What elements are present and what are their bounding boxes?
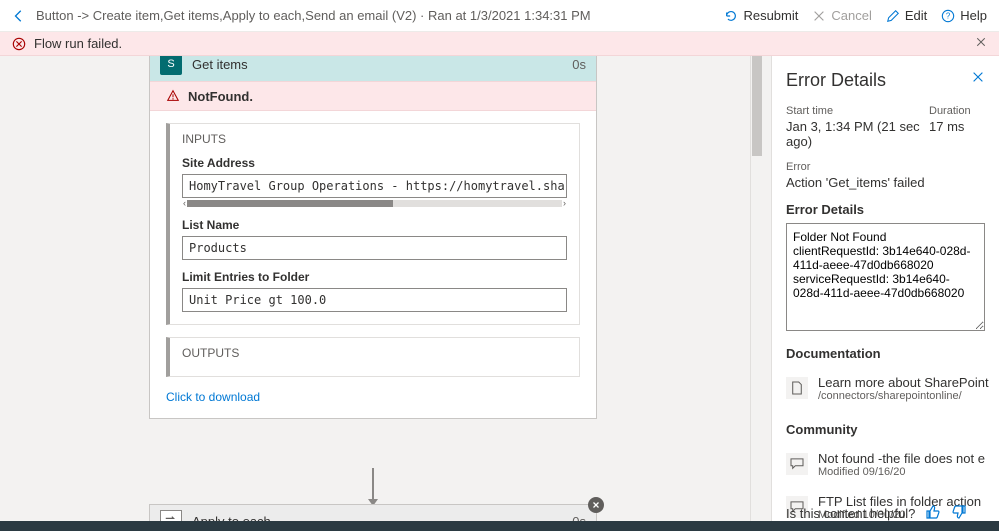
start-time-label: Start time xyxy=(786,105,921,117)
error-value: Action 'Get_items' failed xyxy=(786,175,985,190)
sharepoint-icon: S xyxy=(160,56,182,75)
warning-icon xyxy=(166,89,180,103)
list-name-label: List Name xyxy=(182,218,567,232)
action-error-label: NotFound. xyxy=(188,89,253,104)
close-icon xyxy=(971,70,985,84)
close-icon xyxy=(975,36,987,48)
flow-error-banner: Flow run failed. xyxy=(0,32,999,56)
thumbs-up-icon xyxy=(925,504,941,520)
cancel-button: Cancel xyxy=(812,8,871,23)
svg-text:?: ? xyxy=(946,11,951,20)
dismiss-banner-button[interactable] xyxy=(975,36,987,51)
inputs-title: INPUTS xyxy=(182,132,567,146)
question-icon: ? xyxy=(941,9,955,23)
outputs-title: OUTPUTS xyxy=(182,346,567,360)
close-panel-button[interactable] xyxy=(971,70,985,87)
duration-value: 17 ms xyxy=(929,119,985,134)
document-icon xyxy=(786,377,808,399)
inputs-panel: INPUTS Site Address HomyTravel Group Ope… xyxy=(166,123,580,325)
limit-entries-label: Limit Entries to Folder xyxy=(182,270,567,284)
error-label: Error xyxy=(786,161,985,173)
refresh-icon xyxy=(724,9,738,23)
top-bar: Button -> Create item,Get items,Apply to… xyxy=(0,0,999,32)
run-title: Button -> Create item,Get items,Apply to… xyxy=(36,8,591,23)
error-details-label: Error Details xyxy=(786,202,985,217)
community-heading: Community xyxy=(786,422,985,437)
error-details-textarea[interactable] xyxy=(786,223,985,331)
action-name: Get items xyxy=(192,57,562,72)
status-bar xyxy=(0,521,999,531)
action-error-banner: NotFound. xyxy=(150,81,596,111)
action-card-get-items[interactable]: S Get items 0s NotFound. INPUTS Site Add… xyxy=(149,56,597,419)
site-address-scrollbar[interactable]: ‹› xyxy=(182,198,567,208)
error-details-panel: Error Details Start time Jan 3, 1:34 PM … xyxy=(771,56,999,531)
delete-action-button[interactable] xyxy=(588,497,604,513)
list-name-field[interactable]: Products xyxy=(182,236,567,260)
flow-connector xyxy=(372,468,374,500)
pencil-icon xyxy=(886,9,900,23)
download-outputs-link[interactable]: Click to download xyxy=(166,390,260,404)
canvas-scrollbar[interactable]: ▴ ▾ xyxy=(750,56,762,531)
run-canvas[interactable]: S Get items 0s NotFound. INPUTS Site Add… xyxy=(0,56,759,531)
chat-icon xyxy=(786,453,808,475)
documentation-link[interactable]: Learn more about SharePoint /connectors/… xyxy=(786,367,985,410)
start-time-value: Jan 3, 1:34 PM (21 sec ago) xyxy=(786,119,921,149)
resubmit-button[interactable]: Resubmit xyxy=(724,8,798,23)
documentation-heading: Documentation xyxy=(786,346,985,361)
edit-button[interactable]: Edit xyxy=(886,8,927,23)
site-address-label: Site Address xyxy=(182,156,567,170)
site-address-field[interactable]: HomyTravel Group Operations - https://ho… xyxy=(182,174,567,198)
help-button[interactable]: ? Help xyxy=(941,8,987,23)
duration-label: Duration xyxy=(929,105,985,117)
panel-title: Error Details xyxy=(786,70,985,91)
thumbs-down-icon xyxy=(951,504,967,520)
x-icon xyxy=(812,9,826,23)
back-icon[interactable] xyxy=(12,9,26,23)
limit-entries-field[interactable]: Unit Price gt 100.0 xyxy=(182,288,567,312)
error-circle-icon xyxy=(12,37,26,51)
close-icon xyxy=(592,501,600,509)
flow-error-text: Flow run failed. xyxy=(34,36,122,51)
outputs-panel: OUTPUTS xyxy=(166,337,580,377)
community-link-0[interactable]: Not found -the file does not exist. Modi… xyxy=(786,443,985,486)
action-duration: 0s xyxy=(572,57,586,72)
action-header[interactable]: S Get items 0s xyxy=(150,56,596,81)
